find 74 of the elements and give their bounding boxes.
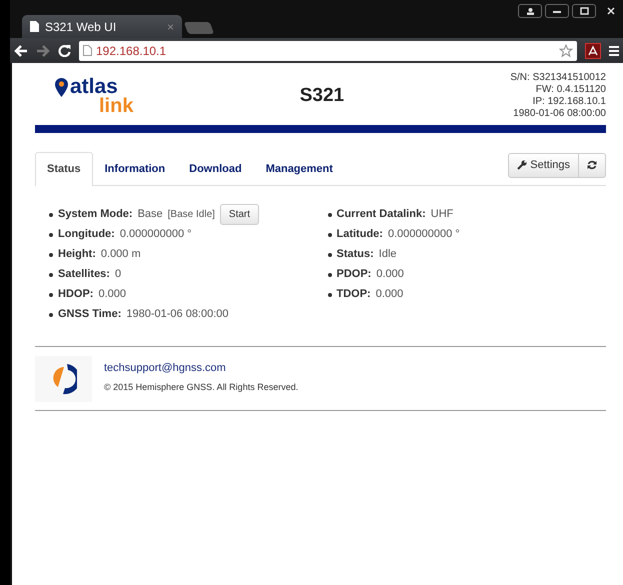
bullet (49, 252, 53, 256)
device-info-text: S/N: S321341510012 (510, 72, 606, 83)
close-icon (607, 7, 615, 15)
field-value: 0.000000000 ° (388, 227, 460, 242)
browser-tab[interactable]: S321 Web UI × (22, 15, 182, 38)
field-label: Current Datalink: (336, 207, 426, 222)
settings-button[interactable]: Settings (508, 153, 579, 178)
new-tab-button[interactable] (184, 22, 214, 34)
page-icon (83, 45, 92, 56)
nav-tab[interactable]: Information (92, 152, 178, 186)
page-icon (30, 21, 39, 32)
field-value: 0.000 (376, 267, 404, 282)
field-value: Base (138, 207, 163, 222)
bullet (328, 212, 332, 216)
email-link[interactable]: techsupport@hgnss.com (104, 360, 298, 376)
url-text: 192.168.10.1 (96, 42, 168, 60)
field-value: Idle (378, 247, 397, 262)
nav-tab[interactable]: Status (35, 152, 93, 186)
field-label: Satellites: (58, 267, 110, 282)
field-value: 0.000 (376, 287, 404, 302)
back-icon[interactable] (14, 44, 28, 56)
person-icon (526, 8, 534, 14)
forward-icon[interactable] (36, 44, 50, 56)
field-value: 0.000 m (100, 247, 141, 262)
bullet (328, 252, 332, 256)
wrench-icon (517, 160, 528, 170)
field-value: UHF (430, 207, 454, 222)
tab-title: S321 Web UI (45, 18, 118, 36)
field-label: HDOP: (58, 287, 94, 302)
address-bar[interactable]: 192.168.10.1 (79, 40, 577, 60)
profile-button[interactable] (518, 4, 542, 18)
logo-text: link (99, 96, 134, 114)
maximize-icon (580, 7, 588, 15)
field-label: System Mode: (58, 207, 133, 222)
field-value: 0.000 (98, 287, 126, 302)
field-label: Longitude: (58, 227, 115, 242)
bullet (49, 212, 53, 216)
maximize-button[interactable] (572, 4, 596, 18)
bullet (328, 232, 332, 236)
field-value: 0 (114, 267, 122, 282)
pdf-icon[interactable] (585, 42, 601, 58)
refresh-button[interactable] (579, 153, 606, 178)
nav-tab[interactable]: Download (177, 152, 254, 186)
copyright-text: © 2015 Hemisphere GNSS. All Rights Reserved. (104, 381, 298, 394)
bullet (328, 272, 332, 276)
field-label: GNSS Time: (58, 307, 122, 322)
nav-tab[interactable]: Management (254, 152, 345, 186)
field-label: Height: (58, 247, 96, 262)
bullet (49, 272, 53, 276)
device-info-text: FW: 0.4.151120 (536, 84, 606, 95)
device-title: S321 (300, 84, 344, 106)
field-label: Status: (336, 247, 374, 262)
start-button[interactable]: Start (220, 204, 260, 225)
mode-state-text: [Base Idle] (168, 208, 215, 222)
minimize-button[interactable] (545, 4, 569, 18)
device-info-text: IP: 192.168.10.1 (532, 96, 606, 107)
bullet (49, 312, 53, 316)
bullet (328, 292, 332, 296)
field-label: TDOP: (336, 287, 371, 302)
star-icon[interactable] (559, 44, 573, 58)
refresh-icon (587, 160, 597, 170)
reload-icon[interactable] (58, 44, 71, 57)
menu-icon[interactable] (609, 44, 619, 56)
field-label: Latitude: (336, 227, 383, 242)
device-info-text: 1980-01-06 08:00:00 (513, 108, 606, 119)
field-label: PDOP: (336, 267, 372, 282)
map-pin-icon (55, 78, 68, 96)
field-value: 1980-01-06 08:00:00 (126, 307, 229, 322)
minimize-icon (553, 10, 561, 12)
field-value: 0.000000000 ° (120, 227, 192, 242)
hemisphere-logo-icon (50, 362, 76, 394)
bullet (49, 292, 53, 296)
bullet (49, 232, 53, 236)
logo-text: atlas (70, 78, 118, 96)
